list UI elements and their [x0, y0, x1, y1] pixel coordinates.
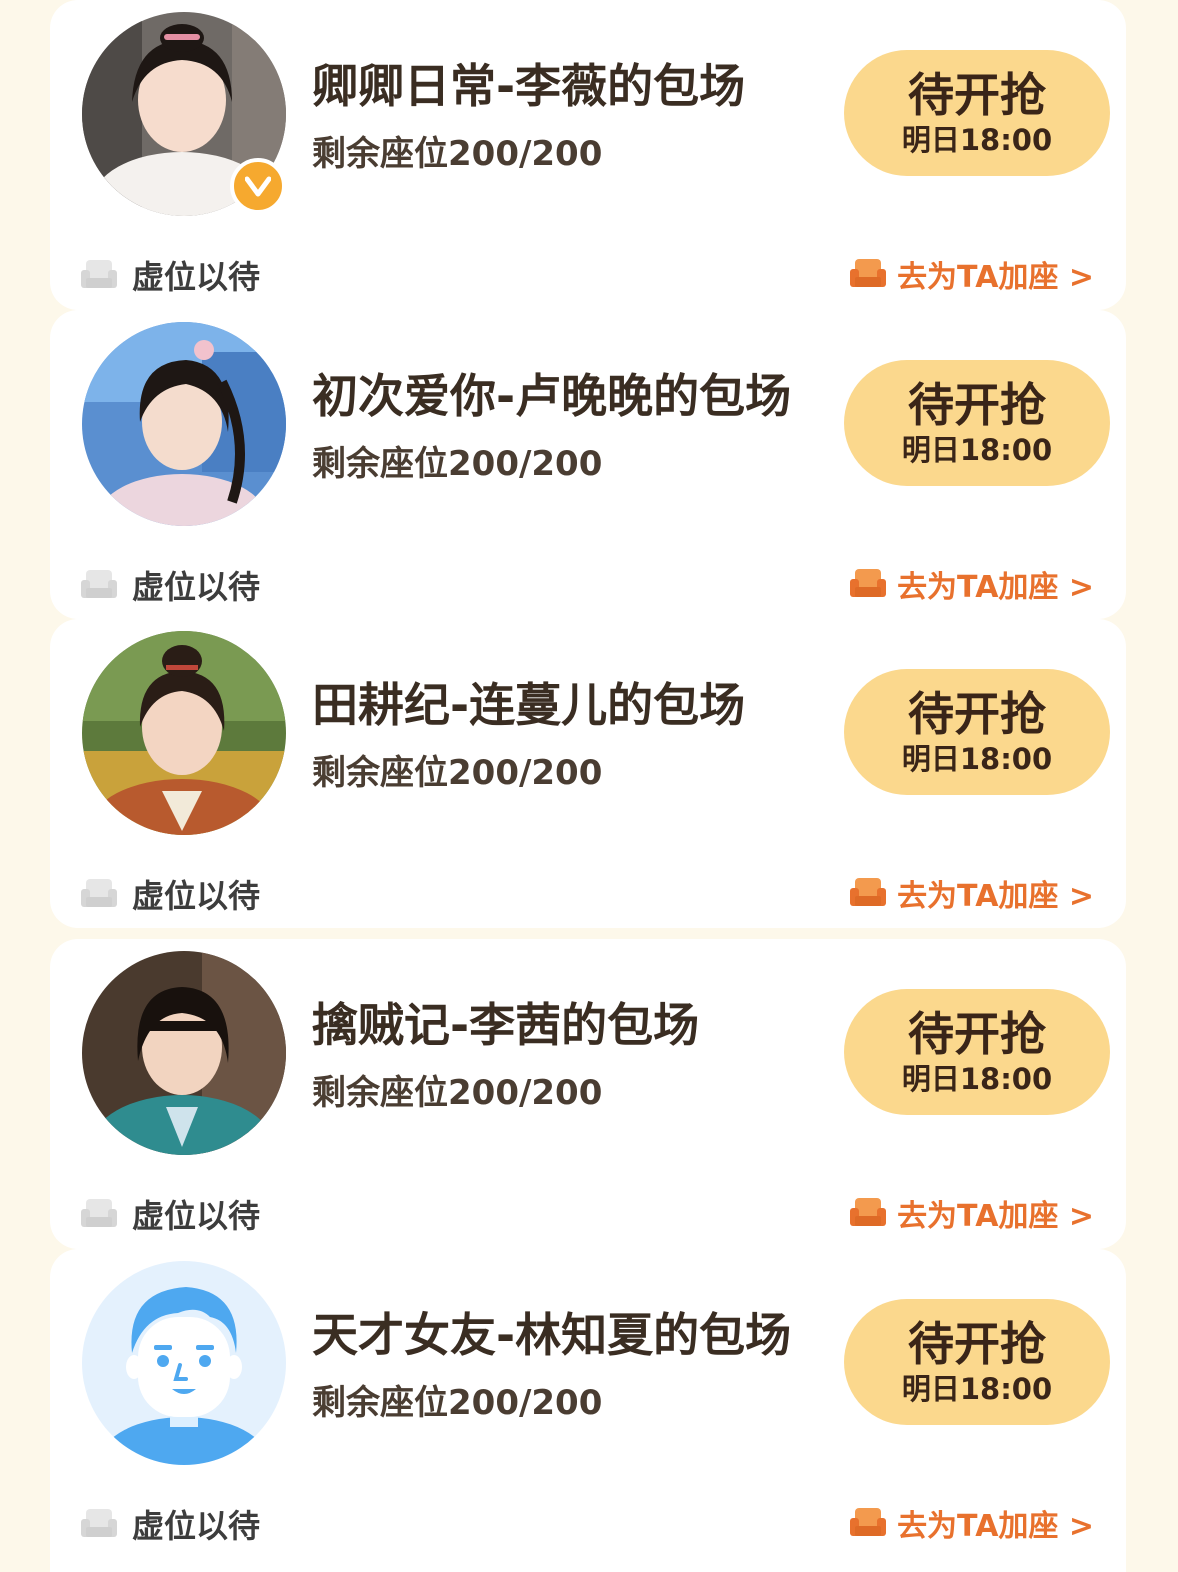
remaining-seats: 剩余座位200/200 — [312, 444, 603, 484]
session-card[interactable]: 天才女友-林知夏的包场 剩余座位200/200 待开抢 明日18:00 虚位以待… — [50, 1249, 1126, 1572]
session-card[interactable]: 卿卿日常-李薇的包场 剩余座位200/200 待开抢 明日18:00 虚位以待 … — [50, 0, 1126, 310]
session-card[interactable]: 田耕纪-连蔓儿的包场 剩余座位200/200 待开抢 明日18:00 虚位以待 … — [50, 619, 1126, 928]
sofa-icon — [81, 1509, 117, 1537]
add-seat-text: 去为TA加座 > — [897, 1509, 1094, 1544]
session-card[interactable]: 擒贼记-李茜的包场 剩余座位200/200 待开抢 明日18:00 虚位以待 去… — [50, 939, 1126, 1249]
status-text: 虚位以待 — [132, 1197, 261, 1235]
remaining-seats: 剩余座位200/200 — [312, 1383, 603, 1423]
grab-time: 明日18:00 — [901, 742, 1053, 776]
grab-button[interactable]: 待开抢 明日18:00 — [844, 1299, 1110, 1425]
grab-time: 明日18:00 — [901, 1062, 1053, 1096]
add-seat-text: 去为TA加座 > — [897, 570, 1094, 605]
add-seat-link[interactable]: 去为TA加座 > — [849, 562, 1094, 606]
avatar[interactable] — [82, 322, 286, 526]
session-title: 田耕纪-连蔓儿的包场 — [312, 678, 746, 732]
avatar[interactable] — [82, 951, 286, 1155]
status-text: 虚位以待 — [132, 258, 261, 296]
sofa-icon — [81, 879, 117, 907]
orange-sofa-icon — [850, 878, 887, 906]
status-text: 虚位以待 — [132, 568, 261, 606]
orange-sofa-icon — [850, 259, 887, 287]
add-seat-text: 去为TA加座 > — [897, 879, 1094, 914]
grab-time: 明日18:00 — [901, 433, 1053, 467]
remaining-seats: 剩余座位200/200 — [312, 1073, 603, 1113]
grab-button[interactable]: 待开抢 明日18:00 — [844, 50, 1110, 176]
session-title: 天才女友-林知夏的包场 — [312, 1308, 792, 1362]
add-seat-link[interactable]: 去为TA加座 > — [849, 1501, 1094, 1545]
add-seat-link[interactable]: 去为TA加座 > — [849, 252, 1094, 296]
empty-seat-status: 虚位以待 — [80, 871, 260, 917]
remaining-seats: 剩余座位200/200 — [312, 134, 603, 174]
avatar[interactable] — [82, 631, 286, 835]
session-title: 初次爱你-卢晚晚的包场 — [312, 369, 792, 423]
add-seat-link[interactable]: 去为TA加座 > — [849, 1191, 1094, 1235]
add-seat-text: 去为TA加座 > — [897, 260, 1094, 295]
grab-label: 待开抢 — [908, 68, 1046, 122]
session-title: 卿卿日常-李薇的包场 — [312, 59, 746, 113]
grab-label: 待开抢 — [908, 1317, 1046, 1371]
verified-badge-icon — [230, 158, 286, 214]
grab-button[interactable]: 待开抢 明日18:00 — [844, 989, 1110, 1115]
add-seat-link[interactable]: 去为TA加座 > — [849, 871, 1094, 915]
add-seat-text: 去为TA加座 > — [897, 1199, 1094, 1234]
grab-label: 待开抢 — [908, 687, 1046, 741]
grab-button[interactable]: 待开抢 明日18:00 — [844, 669, 1110, 795]
session-card[interactable]: 初次爱你-卢晚晚的包场 剩余座位200/200 待开抢 明日18:00 虚位以待… — [50, 310, 1126, 619]
empty-seat-status: 虚位以待 — [80, 562, 260, 608]
status-text: 虚位以待 — [132, 877, 261, 915]
sofa-icon — [81, 1199, 117, 1227]
empty-seat-status: 虚位以待 — [80, 1501, 260, 1547]
grab-button[interactable]: 待开抢 明日18:00 — [844, 360, 1110, 486]
grab-label: 待开抢 — [908, 378, 1046, 432]
grab-label: 待开抢 — [908, 1007, 1046, 1061]
grab-time: 明日18:00 — [901, 1372, 1053, 1406]
empty-seat-status: 虚位以待 — [80, 1191, 260, 1237]
grab-time: 明日18:00 — [901, 123, 1053, 157]
remaining-seats: 剩余座位200/200 — [312, 753, 603, 793]
sofa-icon — [81, 260, 117, 288]
status-text: 虚位以待 — [132, 1507, 261, 1545]
orange-sofa-icon — [850, 1198, 887, 1226]
sofa-icon — [81, 570, 117, 598]
session-title: 擒贼记-李茜的包场 — [312, 998, 700, 1052]
default-avatar-icon[interactable] — [82, 1261, 286, 1465]
orange-sofa-icon — [850, 1508, 887, 1536]
orange-sofa-icon — [850, 569, 887, 597]
empty-seat-status: 虚位以待 — [80, 252, 260, 298]
